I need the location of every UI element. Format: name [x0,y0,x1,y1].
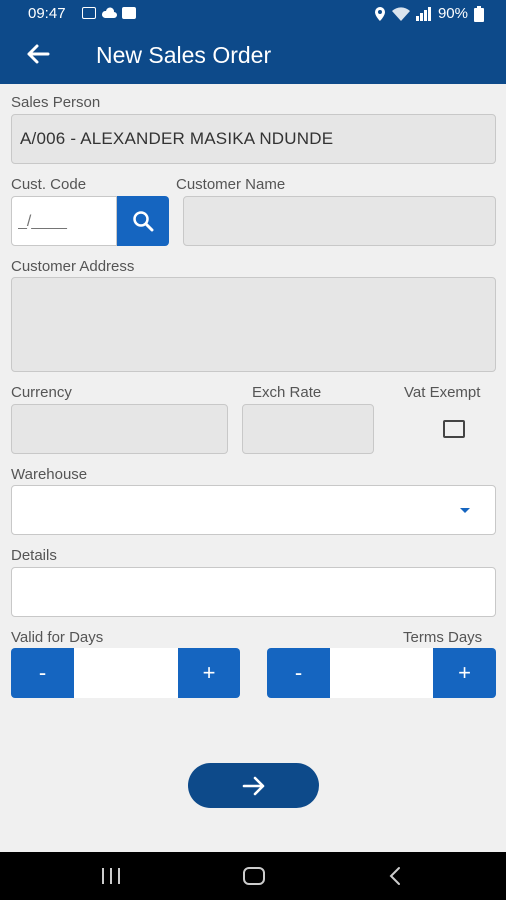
valid-for-days-label: Valid for Days [11,629,104,646]
sales-person-field[interactable]: A/006 - ALEXANDER MASIKA NDUNDE [11,114,496,164]
location-icon [374,6,385,21]
notification-icons [82,7,136,19]
cust-code-input[interactable] [18,211,110,233]
warehouse-select[interactable] [11,485,496,535]
terms-days-input[interactable] [330,648,433,698]
customer-name-label: Customer Name [176,176,286,193]
app-bar: New Sales Order [0,28,506,84]
details-label: Details [11,547,57,564]
status-bar: 09:47 90% [0,0,506,28]
customer-address-field[interactable] [11,277,496,372]
search-icon [133,211,154,232]
customer-name-field[interactable] [183,196,496,246]
arrow-right-icon [242,776,264,795]
vat-exempt-checkbox[interactable] [443,420,465,438]
system-nav-bar [0,852,506,900]
back-nav-icon[interactable] [388,866,402,886]
battery-icon [474,5,484,22]
recent-apps-icon[interactable] [102,868,120,884]
exch-rate-label: Exch Rate [252,384,322,401]
page-title: New Sales Order [96,42,272,68]
search-customer-button[interactable] [117,196,169,246]
customer-address-label: Customer Address [11,258,135,275]
chevron-down-icon [460,508,470,513]
sales-person-label: Sales Person [11,94,101,111]
system-icons: 90% [374,5,484,22]
cust-code-label: Cust. Code [11,176,87,193]
check-box-icon [122,7,136,19]
cust-code-field[interactable] [11,196,117,246]
valid-days-increment-button[interactable]: + [178,648,240,698]
valid-days-input[interactable] [74,648,178,698]
home-icon[interactable] [243,867,265,885]
arrow-left-icon[interactable] [22,38,54,70]
vat-exempt-label: Vat Exempt [404,384,481,401]
terms-days-decrement-button[interactable]: - [267,648,330,698]
battery-percent: 90% [437,5,468,22]
warehouse-label: Warehouse [11,466,88,483]
valid-days-decrement-button[interactable]: - [11,648,74,698]
currency-field[interactable] [11,404,228,454]
image-icon [82,7,96,19]
terms-days-label: Terms Days [403,629,483,646]
details-field[interactable] [11,567,496,617]
wifi-icon [391,6,410,21]
signal-icon [415,6,431,21]
cloud-icon [101,7,117,18]
terms-days-increment-button[interactable]: + [433,648,496,698]
currency-label: Currency [11,384,72,401]
exch-rate-field[interactable] [242,404,374,454]
sales-person-value: A/006 - ALEXANDER MASIKA NDUNDE [20,129,334,148]
next-button[interactable] [188,763,319,808]
status-time: 09:47 [28,5,66,22]
